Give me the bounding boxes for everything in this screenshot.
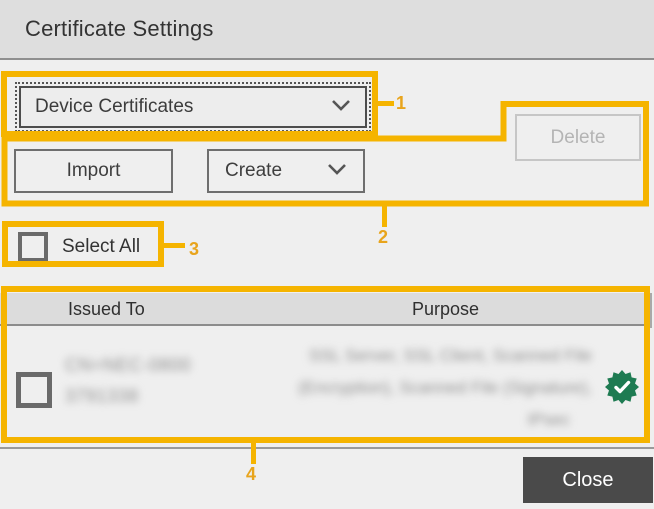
chevron-down-icon bbox=[331, 96, 351, 118]
annotation-connector-2 bbox=[382, 206, 387, 227]
page-title: Certificate Settings bbox=[25, 16, 214, 41]
issued-to-line: CN=NEC-0800 bbox=[65, 355, 192, 375]
valid-certificate-seal-icon bbox=[604, 369, 640, 405]
annotation-connector-3 bbox=[164, 243, 185, 248]
delete-button[interactable]: Delete bbox=[515, 114, 641, 161]
chevron-down-icon bbox=[327, 160, 347, 182]
close-button[interactable]: Close bbox=[523, 457, 653, 503]
delete-button-label: Delete bbox=[550, 126, 606, 148]
certificate-settings-dialog: Certificate Settings Device Certificates… bbox=[0, 0, 654, 509]
footer-divider bbox=[0, 447, 654, 449]
dialog-header: Certificate Settings bbox=[0, 0, 654, 60]
annotation-connector-1 bbox=[378, 101, 394, 106]
column-header-purpose: Purpose bbox=[412, 299, 480, 319]
create-button-label: Create bbox=[225, 160, 283, 181]
issued-to-line: 3791338 bbox=[65, 386, 139, 406]
select-all-checkbox[interactable] bbox=[18, 232, 48, 262]
annotation-label-1: 1 bbox=[396, 93, 407, 113]
create-button[interactable]: Create bbox=[207, 149, 365, 193]
column-header-issued-to: Issued To bbox=[68, 299, 145, 319]
purpose-line: (Encryption), Scanned File (Signature), bbox=[298, 378, 592, 397]
purpose-cell: SSL Server, SSL Client, Scanned File (En… bbox=[230, 340, 592, 436]
purpose-line: SSL Server, SSL Client, Scanned File bbox=[308, 346, 592, 365]
issued-to-cell: CN=NEC-0800 3791338 bbox=[65, 350, 191, 412]
import-button[interactable]: Import bbox=[14, 149, 173, 193]
select-all-label: Select All bbox=[62, 236, 141, 257]
annotation-label-2: 2 bbox=[378, 227, 389, 247]
certificate-type-select[interactable]: Device Certificates bbox=[15, 82, 371, 132]
annotation-label-4: 4 bbox=[246, 464, 257, 484]
annotation-label-3: 3 bbox=[189, 239, 200, 259]
close-button-label: Close bbox=[562, 468, 614, 491]
row-checkbox[interactable] bbox=[16, 372, 52, 408]
purpose-line: IPsec bbox=[527, 410, 570, 429]
certificate-type-value: Device Certificates bbox=[35, 96, 194, 117]
import-button-label: Import bbox=[66, 160, 121, 181]
